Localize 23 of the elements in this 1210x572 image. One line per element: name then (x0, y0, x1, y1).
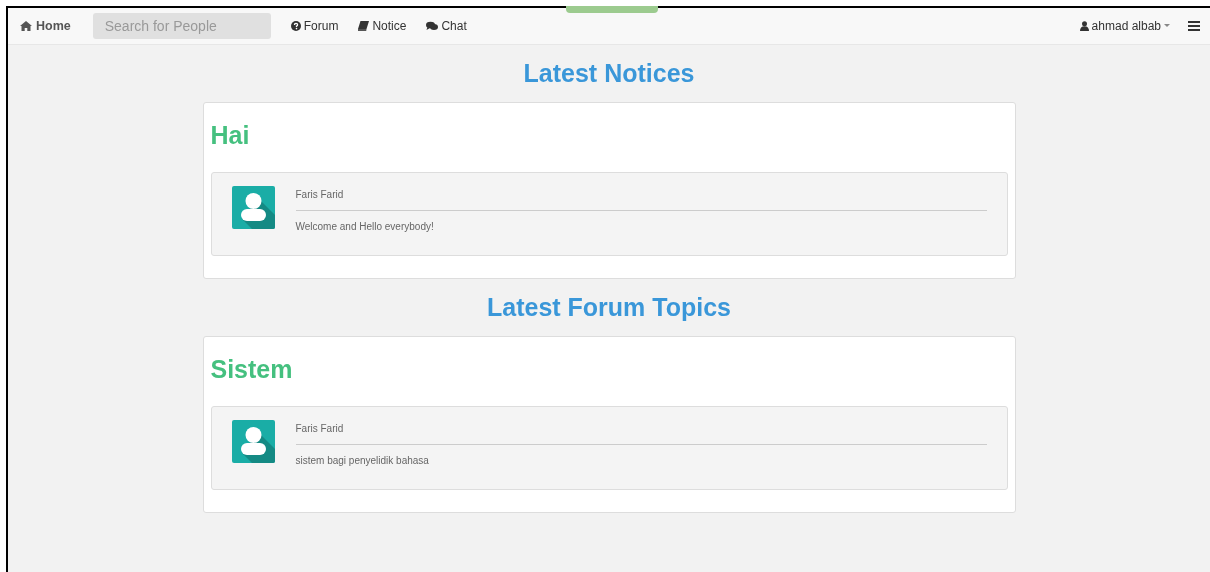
caret-icon (1164, 24, 1170, 28)
home-icon (20, 21, 32, 31)
user-icon (1079, 21, 1089, 31)
avatar-icon (231, 420, 275, 463)
post-message: Welcome and Hello everybody! (295, 221, 435, 232)
section-heading: Latest Forum Topics (487, 293, 731, 322)
card-title: Sistem (210, 355, 294, 384)
chat-icon (426, 21, 439, 31)
nav-link[interactable]: Forum (290, 19, 339, 33)
home-link[interactable]: Home (20, 19, 71, 33)
search-field[interactable]: Search for People (92, 13, 271, 39)
question-icon (290, 21, 301, 31)
book-icon (358, 21, 370, 31)
avatar-icon (231, 186, 275, 229)
author-name: Faris Farid (295, 423, 987, 445)
post-message: sistem bagi penyelidik bahasa (295, 455, 430, 466)
nav-link[interactable]: Notice (358, 19, 407, 33)
user-menu[interactable]: ahmad albab (1079, 19, 1170, 33)
menu-icon[interactable] (1188, 21, 1200, 31)
author-name: Faris Farid (295, 189, 987, 211)
nav-link[interactable]: Chat (426, 19, 467, 33)
section-heading: Latest Notices (523, 59, 695, 88)
card-title: Hai (210, 121, 251, 150)
